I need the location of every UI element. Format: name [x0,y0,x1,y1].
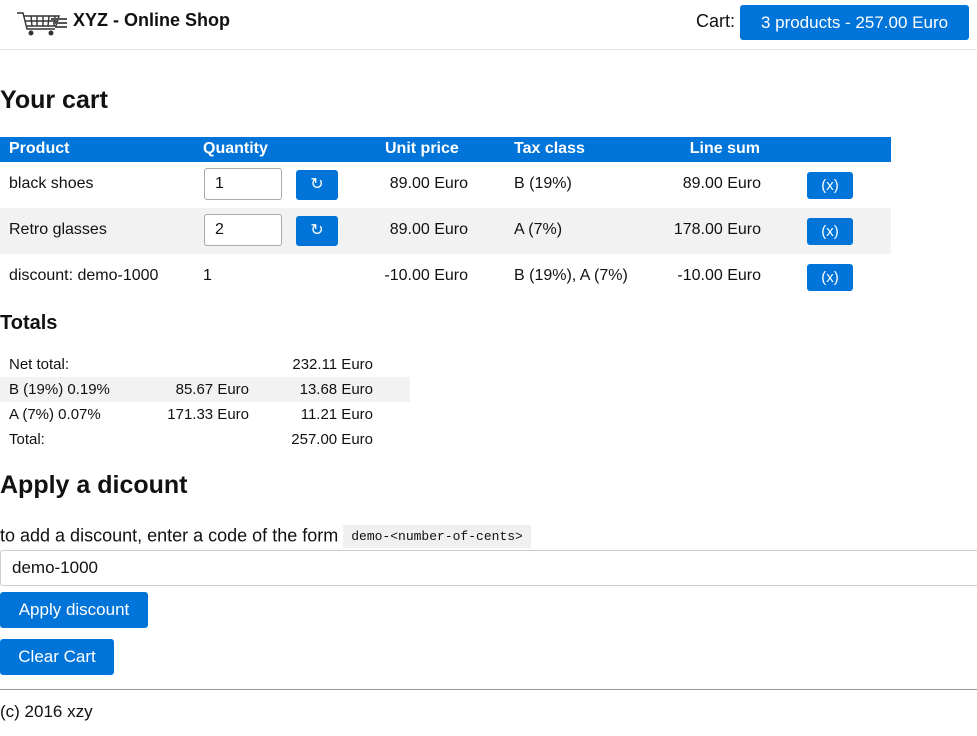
column-header-quantity: Quantity [203,140,268,157]
refresh-icon: ↻ [310,176,324,193]
clear-cart-button[interactable]: Clear Cart [0,639,114,675]
tax-class: B (19%), A (7%) [514,267,628,284]
tax-class: A (7%) [514,221,563,238]
tax-base: 85.67 Euro [175,381,249,398]
product-name: discount: demo-1000 [9,267,159,284]
net-total-label: Net total: [9,356,70,373]
net-total-value: 232.11 Euro [292,356,373,373]
cart-table: Product Quantity Unit price Tax class Li… [0,137,891,300]
cart-summary-button[interactable]: 3 products - 257.00 Euro [740,5,969,40]
tax-amount: 13.68 Euro [299,381,373,398]
refresh-quantity-button[interactable]: ↻ [296,170,338,200]
tax-class: B (19%) [514,175,572,192]
net-total-row: Net total: 232.11 Euro [0,352,410,377]
quantity-input[interactable] [204,168,282,200]
line-sum: 89.00 Euro [682,175,761,192]
product-name: Retro glasses [9,221,107,238]
discount-hint-text: to add a discount, enter a code of the f… [0,525,339,546]
cart-row: discount: demo-1000 1 -10.00 Euro B (19%… [0,254,891,300]
footer-copyright: (c) 2016 xzy [0,702,93,721]
shopping-cart-icon[interactable] [15,10,69,38]
shop-title[interactable]: XYZ - Online Shop [73,10,230,31]
totals-heading: Totals [0,312,58,334]
column-header-tax-class: Tax class [514,140,585,157]
grand-total-row: Total: 257.00 Euro [0,427,410,452]
unit-price: 89.00 Euro [389,221,468,238]
discount-code-input[interactable] [0,550,977,586]
quantity-value: 1 [203,267,212,284]
cart-label: Cart: [696,11,736,31]
unit-price: 89.00 Euro [389,175,468,192]
tax-amount: 11.21 Euro [300,406,373,423]
apply-discount-button[interactable]: Apply discount [0,592,148,628]
tax-row: B (19%) 0.19% 85.67 Euro 13.68 Euro [0,377,410,402]
refresh-icon: ↻ [310,222,324,239]
tax-label: B (19%) 0.19% [9,381,110,398]
cart-row: Retro glasses ↻ 89.00 Euro A (7%) 178.00… [0,208,891,254]
remove-item-button[interactable]: (x) [807,264,853,291]
product-name: black shoes [9,175,94,192]
cart-heading: Your cart [0,86,108,114]
tax-row: A (7%) 0.07% 171.33 Euro 11.21 Euro [0,402,410,427]
grand-total-label: Total: [9,431,45,448]
totals-table: Net total: 232.11 Euro B (19%) 0.19% 85.… [0,352,410,452]
tax-label: A (7%) 0.07% [9,406,101,423]
top-bar: XYZ - Online Shop Cart: 3 products - 257… [0,0,977,50]
line-sum: -10.00 Euro [677,267,761,284]
quantity-input[interactable] [204,214,282,246]
grand-total-value: 257.00 Euro [291,431,373,448]
footer-divider [0,689,977,690]
line-sum: 178.00 Euro [673,221,761,238]
tax-base: 171.33 Euro [167,406,249,423]
column-header-unit-price: Unit price [385,140,459,157]
column-header-product: Product [9,140,70,157]
remove-item-button[interactable]: (x) [807,218,853,245]
cart-table-header: Product Quantity Unit price Tax class Li… [0,137,891,162]
discount-heading: Apply a dicount [0,471,188,499]
column-header-line-sum: Line sum [689,140,760,157]
unit-price: -10.00 Euro [384,267,468,284]
refresh-quantity-button[interactable]: ↻ [296,216,338,246]
discount-hint: to add a discount, enter a code of the f… [0,525,531,548]
remove-item-button[interactable]: (x) [807,172,853,199]
discount-code-format: demo-<number-of-cents> [343,525,531,548]
cart-row: black shoes ↻ 89.00 Euro B (19%) 89.00 E… [0,162,891,208]
